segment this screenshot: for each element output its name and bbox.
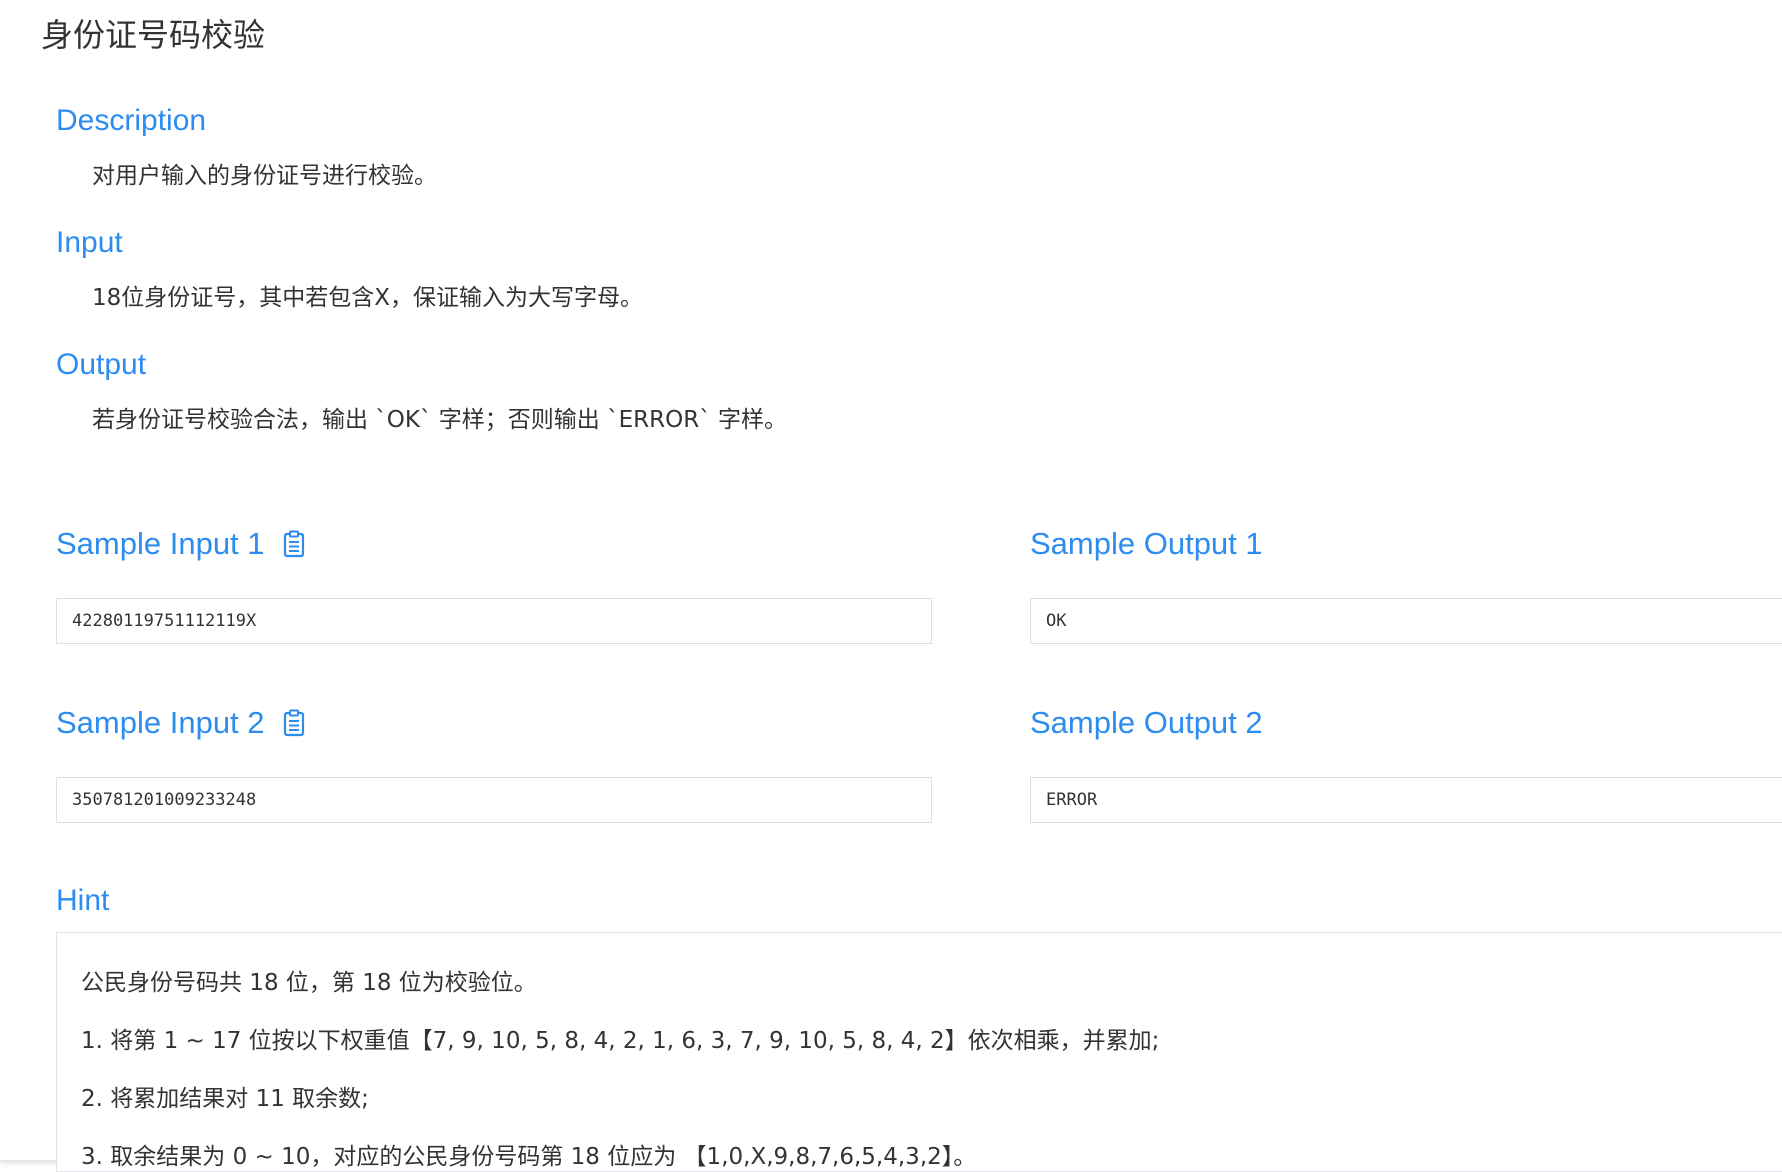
hint-heading: Hint <box>56 884 110 917</box>
description-heading: Description <box>56 104 207 137</box>
hint-line-1: 1. 将第 1 ~ 17 位按以下权重值【7, 9, 10, 5, 8, 4, … <box>81 1028 1160 1054</box>
output-text: 若身份证号校验合法，输出 `OK` 字样；否则输出 `ERROR` 字样。 <box>92 407 788 433</box>
sample-output-2-box[interactable]: ERROR <box>1030 777 1782 823</box>
problem-card: 身份证号码校验 Description 对用户输入的身份证号进行校验。 Inpu… <box>0 0 1782 1172</box>
hint-line-3: 3. 取余结果为 0 ~ 10，对应的公民身份号码第 18 位应为 【1,0,X… <box>81 1144 977 1170</box>
description-text: 对用户输入的身份证号进行校验。 <box>92 163 437 189</box>
sample-output-2-title: Sample Output 2 <box>1030 705 1263 740</box>
sample-input-2-title: Sample Input 2 <box>56 705 305 741</box>
sample-input-2-label: Sample Input 2 <box>56 705 265 740</box>
clipboard-icon[interactable] <box>283 530 305 558</box>
sample-input-1-label: Sample Input 1 <box>56 526 265 561</box>
sample-output-1-title: Sample Output 1 <box>1030 526 1263 561</box>
input-text: 18位身份证号，其中若包含X，保证输入为大写字母。 <box>92 285 644 311</box>
clipboard-icon[interactable] <box>283 709 305 737</box>
output-heading: Output <box>56 348 147 381</box>
sample-input-1-box[interactable]: 42280119751112119X <box>56 598 932 644</box>
hint-box: 公民身份号码共 18 位，第 18 位为校验位。 1. 将第 1 ~ 17 位按… <box>56 932 1782 1172</box>
sample-output-1-box[interactable]: OK <box>1030 598 1782 644</box>
page-title: 身份证号码校验 <box>41 16 266 54</box>
input-heading: Input <box>56 226 123 259</box>
sample-input-1-title: Sample Input 1 <box>56 526 305 562</box>
hint-line-2: 2. 将累加结果对 11 取余数; <box>81 1086 369 1112</box>
hint-line-0: 公民身份号码共 18 位，第 18 位为校验位。 <box>81 970 537 996</box>
sample-input-2-box[interactable]: 350781201009233248 <box>56 777 932 823</box>
